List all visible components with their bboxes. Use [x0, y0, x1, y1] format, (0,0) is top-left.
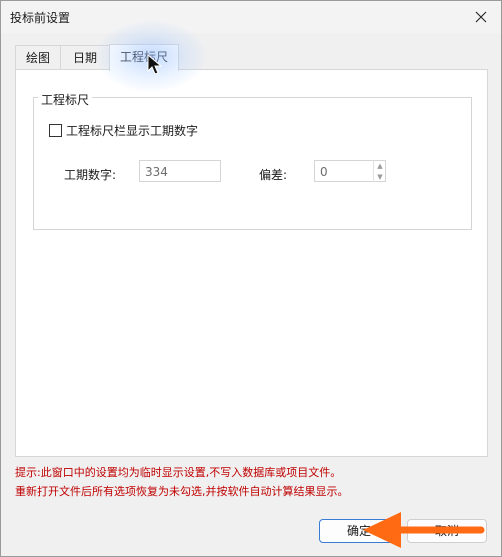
- title-bar: 投标前设置: [1, 1, 501, 33]
- ruler-groupbox: [33, 97, 472, 230]
- hint-line-2: 重新打开文件后所有选项恢复为未勾选,并按软件自动计算结果显示。: [15, 485, 349, 498]
- tab-panel: 工程标尺 工程标尺栏显示工期数字 工期数字: 334 偏差: 0 ▲ ▼: [15, 69, 488, 457]
- show-period-checkbox-row[interactable]: 工程标尺栏显示工期数字: [49, 122, 198, 139]
- mouse-pointer-icon: [147, 54, 163, 75]
- tab-drawing[interactable]: 绘图: [15, 45, 61, 70]
- tab-engineering-ruler[interactable]: 工程标尺: [109, 44, 179, 71]
- window-title: 投标前设置: [10, 11, 71, 25]
- tab-date[interactable]: 日期: [60, 45, 110, 70]
- show-period-checkbox[interactable]: [49, 124, 62, 137]
- offset-spinner[interactable]: ▲ ▼: [373, 160, 386, 182]
- annotation-arrow-icon: [363, 512, 485, 548]
- offset-label: 偏差:: [259, 168, 288, 182]
- hint-line-1: 提示:此窗口中的设置均为临时显示设置,不写入数据库或项目文件。: [15, 466, 342, 479]
- checkbox-label: 工程标尺栏显示工期数字: [66, 124, 199, 138]
- group-title: 工程标尺: [38, 91, 93, 108]
- spin-up-icon[interactable]: ▲: [374, 160, 386, 171]
- spin-down-icon[interactable]: ▼: [374, 171, 386, 182]
- dialog-window: 投标前设置 绘图 日期 工程标尺 工程标尺 工程标尺栏显示工期数字 工期数字: …: [0, 0, 502, 557]
- close-button[interactable]: [461, 1, 501, 33]
- period-input[interactable]: 334: [139, 160, 221, 182]
- close-icon: [475, 11, 487, 23]
- period-label: 工期数字:: [64, 168, 117, 182]
